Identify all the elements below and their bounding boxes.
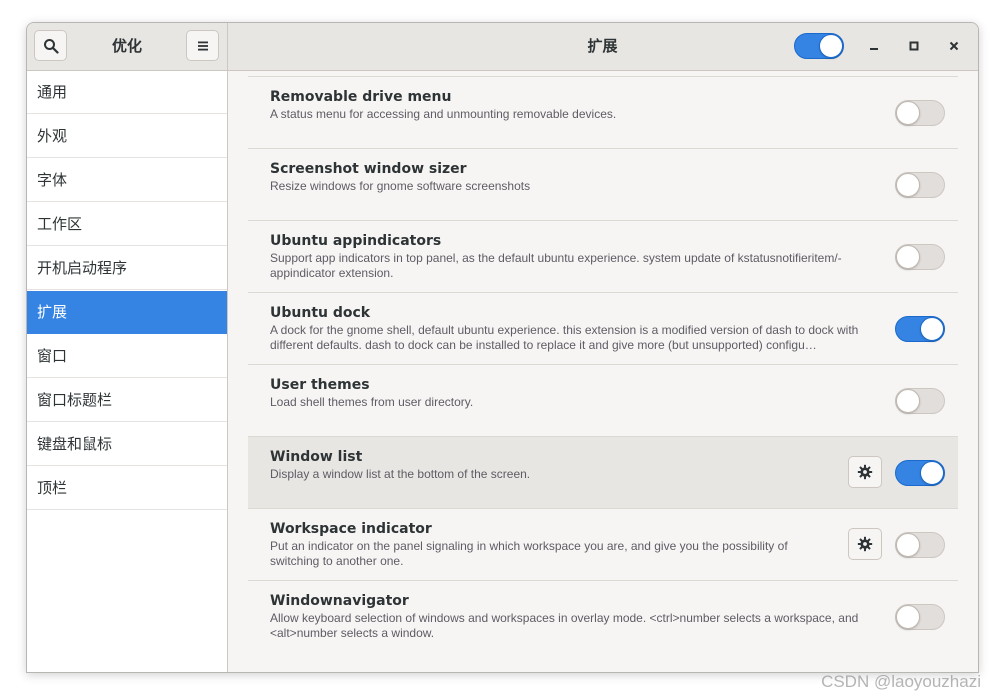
sidebar-item-label: 扩展 [37,303,68,321]
extension-name: User themes [270,377,370,393]
extension-switch[interactable] [895,316,945,342]
switch-knob [920,461,944,485]
search-icon [43,38,59,54]
extension-description: Allow keyboard selection of windows and … [270,611,859,640]
sidebar-item-window-titlebars[interactable]: 窗口标题栏 [27,379,227,422]
extension-switch[interactable] [895,172,945,198]
sidebar-item-label: 窗口标题栏 [37,391,113,409]
sidebar-item-label: 键盘和鼠标 [37,435,113,453]
extension-name: Windownavigator [270,593,409,609]
sidebar-title: 优化 [111,37,142,55]
switch-knob [896,245,920,269]
header-bar: 优化 扩展 [27,23,978,71]
extension-settings-button[interactable] [848,528,882,560]
switch-knob [920,317,944,341]
extension-description: A dock for the gnome shell, default ubun… [270,323,859,352]
switch-knob [896,605,920,629]
extension-description: Display a window list at the bottom of t… [270,467,531,481]
sidebar-item-label: 顶栏 [37,479,68,497]
sidebar-item-label: 窗口 [37,347,68,365]
menu-button[interactable] [186,30,219,61]
sidebar-item-workspaces[interactable]: 工作区 [27,203,227,246]
sidebar-item-label: 外观 [37,127,68,145]
extension-name: Window list [270,449,363,465]
extension-name: Ubuntu appindicators [270,233,442,249]
switch-knob [819,34,843,58]
sidebar-item-startup-applications[interactable]: 开机启动程序 [27,247,227,290]
extension-switch[interactable] [895,460,945,486]
sidebar-item-keyboard-mouse[interactable]: 键盘和鼠标 [27,423,227,466]
extension-row-user-themes: User themes Load shell themes from user … [248,365,958,437]
extension-row-workspace-indicator: Workspace indicator Put an indicator on … [248,509,958,581]
sidebar-item-label: 工作区 [37,215,83,233]
extension-switch[interactable] [895,604,945,630]
sidebar-item-label: 开机启动程序 [37,259,128,277]
sidebar-item-windows[interactable]: 窗口 [27,335,227,378]
extension-row-ubuntu-appindicators: Ubuntu appindicators Support app indicat… [248,221,958,293]
switch-knob [896,389,920,413]
sidebar-item-general[interactable]: 通用 [27,71,227,114]
extension-description: Support app indicators in top panel, as … [270,251,842,280]
extension-switch[interactable] [895,100,945,126]
close-icon [949,41,959,51]
gear-icon [857,536,873,552]
extension-row-screenshot-window-sizer: Screenshot window sizer Resize windows f… [248,149,958,221]
extension-description: Resize windows for gnome software screen… [270,179,531,193]
extension-name: Screenshot window sizer [270,161,467,177]
extension-name: Removable drive menu [270,89,452,105]
extensions-list: Removable drive menu A status menu for a… [228,71,978,672]
minimize-button[interactable] [863,35,885,57]
extension-row-removable-drive-menu: Removable drive menu A status menu for a… [248,77,958,149]
switch-knob [896,533,920,557]
watermark: CSDN @laoyouzhazi [821,672,981,691]
switch-knob [896,173,920,197]
gear-icon [857,464,873,480]
switch-knob [896,101,920,125]
sidebar-item-label: 字体 [37,171,68,189]
maximize-button[interactable] [903,35,925,57]
extension-switch[interactable] [895,388,945,414]
sidebar-item-extensions[interactable]: 扩展 [27,291,227,334]
extensions-global-switch[interactable] [794,33,844,59]
extension-description: Put an indicator on the panel signaling … [270,539,788,568]
extension-settings-button[interactable] [848,456,882,488]
extension-name: Ubuntu dock [270,305,371,321]
search-button[interactable] [34,30,67,61]
sidebar-item-appearance[interactable]: 外观 [27,115,227,158]
extension-description: A status menu for accessing and unmounti… [270,107,617,121]
extension-row-ubuntu-dock: Ubuntu dock A dock for the gnome shell, … [248,293,958,365]
minimize-icon [870,48,878,50]
tweaks-window: 优化 扩展 通用 外观 字体 工作区 开机启动程序 扩展 窗口 窗口标题栏 键盘… [26,22,979,673]
extension-description: Load shell themes from user directory. [270,395,474,409]
hamburger-menu-icon [197,41,208,50]
sidebar-item-top-bar[interactable]: 顶栏 [27,467,227,510]
extension-switch[interactable] [895,244,945,270]
extension-name: Workspace indicator [270,521,432,537]
extension-row-windownavigator: Windownavigator Allow keyboard selection… [248,581,958,653]
sidebar-header: 优化 [27,23,228,70]
maximize-icon [909,41,919,51]
close-button[interactable] [943,35,965,57]
sidebar-item-fonts[interactable]: 字体 [27,159,227,202]
extension-row-window-list: Window list Display a window list at the… [248,437,958,509]
sidebar: 通用 外观 字体 工作区 开机启动程序 扩展 窗口 窗口标题栏 键盘和鼠标 顶栏 [27,71,228,672]
sidebar-item-label: 通用 [37,83,68,101]
extension-switch[interactable] [895,532,945,558]
